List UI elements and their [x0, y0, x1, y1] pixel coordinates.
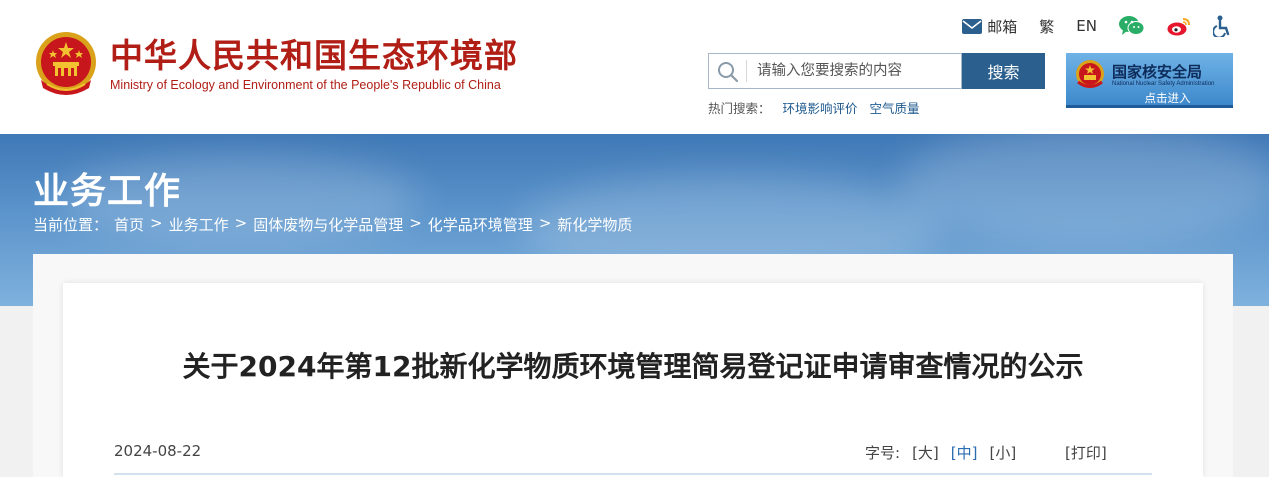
nnsa-banner-link[interactable]: 国家核安全局 National Nuclear Safety Administr…	[1066, 53, 1233, 108]
traditional-chinese-link[interactable]: 繁	[1039, 16, 1054, 37]
national-emblem-icon[interactable]	[33, 28, 99, 100]
font-size-tools: 字号: [大] [中] [小]	[865, 442, 1016, 463]
breadcrumb-item-solid-waste[interactable]: 固体废物与化学品管理	[253, 214, 403, 235]
search-button[interactable]: 搜索	[962, 53, 1045, 89]
font-size-label: 字号:	[865, 444, 901, 462]
breadcrumb-item-new-chemicals[interactable]: 新化学物质	[557, 214, 632, 235]
wechat-icon	[1119, 16, 1145, 35]
site-header: 中华人民共和国生态环境部 Ministry of Ecology and Env…	[0, 0, 1269, 134]
site-title[interactable]: 中华人民共和国生态环境部	[110, 36, 518, 76]
hot-search-label: 热门搜索：	[708, 101, 771, 116]
font-size-large-button[interactable]: [大]	[912, 442, 939, 463]
accessibility-link[interactable]	[1213, 15, 1231, 37]
nnsa-title: 国家核安全局	[1112, 63, 1203, 81]
section-title: 业务工作	[33, 171, 182, 212]
traditional-chinese-label: 繁	[1039, 17, 1055, 36]
hot-search: 热门搜索： 环境影响评价 空气质量	[708, 98, 920, 117]
hot-search-item-eia[interactable]: 环境影响评价	[783, 98, 858, 117]
wechat-link[interactable]	[1119, 16, 1145, 36]
site-subtitle-en: Ministry of Ecology and Environment of t…	[110, 78, 501, 92]
top-links: 邮箱 繁 EN	[962, 14, 1231, 38]
nnsa-subtitle-en: National Nuclear Safety Administration	[1112, 81, 1215, 87]
banner-cloud	[900, 134, 1269, 244]
breadcrumb-item-chemical-mgmt[interactable]: 化学品环境管理	[428, 214, 533, 235]
mail-label: 邮箱	[987, 17, 1018, 36]
accessibility-icon	[1213, 15, 1230, 37]
mail-link[interactable]: 邮箱	[962, 16, 1017, 37]
english-label: EN	[1076, 17, 1097, 35]
font-size-small-button[interactable]: [小]	[990, 442, 1017, 463]
breadcrumb: 当前位置： 首页 > 业务工作 > 固体废物与化学品管理 > 化学品环境管理 >…	[33, 214, 632, 235]
nnsa-enter-label: 点击进入	[1144, 91, 1191, 105]
breadcrumb-separator: >	[234, 214, 248, 232]
weibo-icon	[1167, 18, 1190, 36]
mail-icon	[962, 18, 983, 34]
search-icon	[718, 62, 739, 83]
english-link[interactable]: EN	[1076, 17, 1097, 35]
breadcrumb-separator: >	[538, 214, 552, 232]
search-box	[708, 53, 962, 89]
article-card: 关于2024年第12批新化学物质环境管理简易登记证申请审查情况的公示 2024-…	[63, 283, 1203, 477]
font-size-medium-button[interactable]: [中]	[951, 442, 978, 463]
breadcrumb-item-business[interactable]: 业务工作	[169, 214, 229, 235]
search-divider	[746, 60, 747, 82]
article-title: 关于2024年第12批新化学物质环境管理简易登记证申请审查情况的公示	[182, 350, 1084, 383]
breadcrumb-separator: >	[409, 214, 422, 232]
breadcrumb-label: 当前位置：	[33, 216, 109, 234]
breadcrumb-separator: >	[150, 214, 163, 232]
article-divider	[114, 473, 1152, 475]
weibo-link[interactable]	[1167, 16, 1191, 36]
hot-search-item-air-quality[interactable]: 空气质量	[870, 98, 920, 117]
print-button[interactable]: [打印]	[1065, 442, 1107, 463]
breadcrumb-item-home[interactable]: 首页	[114, 214, 144, 235]
nnsa-emblem-icon	[1076, 60, 1104, 88]
article-date: 2024-08-22	[114, 442, 202, 460]
search-input[interactable]	[757, 59, 957, 83]
